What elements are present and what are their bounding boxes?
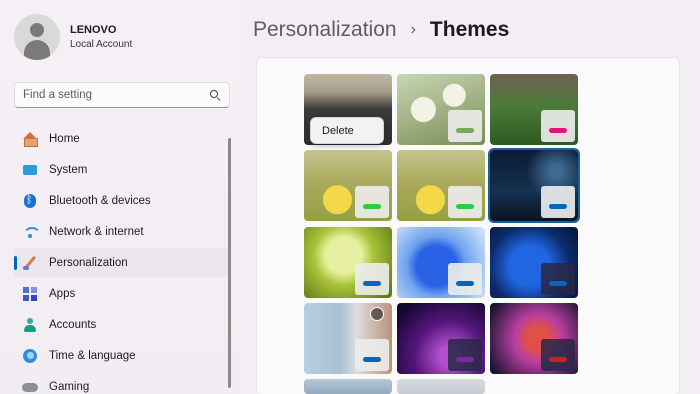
- sidebar-item-label: Home: [49, 132, 80, 145]
- avatar[interactable]: [14, 14, 60, 60]
- theme-tile[interactable]: [397, 379, 485, 394]
- sidebar-item-label: Personalization: [49, 256, 128, 269]
- search-input[interactable]: [23, 89, 209, 101]
- theme-tile[interactable]: [490, 227, 578, 298]
- profile-account-type: Local Account: [70, 39, 133, 50]
- sidebar-item-network[interactable]: Network & internet: [14, 217, 230, 246]
- profile-name: LENOVO: [70, 24, 117, 36]
- theme-tile[interactable]: [304, 303, 392, 374]
- sidebar-item-personalization[interactable]: Personalization: [14, 248, 230, 278]
- user-profile[interactable]: LENOVO Local Account: [14, 14, 132, 60]
- sidebar-item-label: Time & language: [49, 350, 136, 363]
- sidebar-item-label: System: [49, 163, 88, 176]
- sidebar-item-label: Network & internet: [49, 225, 144, 238]
- bluetooth-icon: [22, 193, 38, 209]
- controller-icon: [22, 379, 38, 394]
- theme-tile[interactable]: [397, 74, 485, 145]
- breadcrumb: Personalization › Themes: [253, 18, 509, 42]
- system-icon: [22, 162, 38, 178]
- sidebar-item-time-language[interactable]: Time & language: [14, 342, 230, 371]
- person-icon: [22, 317, 38, 333]
- sidebar-item-label: Apps: [49, 287, 76, 300]
- sidebar-item-home[interactable]: Home: [14, 124, 230, 153]
- sidebar-item-gaming[interactable]: Gaming: [14, 373, 230, 394]
- theme-tile[interactable]: [304, 150, 392, 221]
- theme-tile-selected[interactable]: [488, 148, 580, 223]
- sidebar-item-apps[interactable]: Apps: [14, 279, 230, 308]
- photo-icon: [370, 307, 384, 321]
- page-title: Themes: [429, 18, 510, 41]
- search-box[interactable]: [14, 82, 230, 108]
- theme-tile[interactable]: [490, 303, 578, 374]
- breadcrumb-separator: ›: [410, 21, 416, 38]
- theme-tile[interactable]: [397, 303, 485, 374]
- sidebar-item-label: Bluetooth & devices: [49, 194, 151, 207]
- context-menu: Delete: [310, 117, 384, 144]
- delete-menu-item[interactable]: Delete: [322, 125, 354, 137]
- brush-icon: [22, 255, 38, 271]
- sidebar-item-label: Accounts: [49, 319, 97, 332]
- home-icon: [22, 131, 38, 147]
- theme-tile[interactable]: [304, 227, 392, 298]
- theme-tile[interactable]: [490, 74, 578, 145]
- sidebar-item-bluetooth[interactable]: Bluetooth & devices: [14, 186, 230, 215]
- sidebar-item-accounts[interactable]: Accounts: [14, 311, 230, 340]
- sidebar-scrollbar[interactable]: [228, 138, 231, 388]
- sidebar: LENOVO Local Account Home System Bluetoo…: [0, 0, 240, 394]
- sidebar-nav: Home System Bluetooth & devices Network …: [14, 124, 230, 394]
- sidebar-item-system[interactable]: System: [14, 155, 230, 184]
- theme-tile[interactable]: [397, 150, 485, 221]
- theme-tile[interactable]: [397, 227, 485, 298]
- sidebar-item-label: Gaming: [49, 381, 90, 394]
- wifi-icon: [22, 224, 41, 240]
- globe-clock-icon: [22, 348, 38, 364]
- apps-icon: [22, 286, 38, 302]
- theme-tile[interactable]: [304, 379, 392, 394]
- breadcrumb-parent[interactable]: Personalization: [253, 18, 397, 42]
- search-icon[interactable]: [209, 89, 221, 101]
